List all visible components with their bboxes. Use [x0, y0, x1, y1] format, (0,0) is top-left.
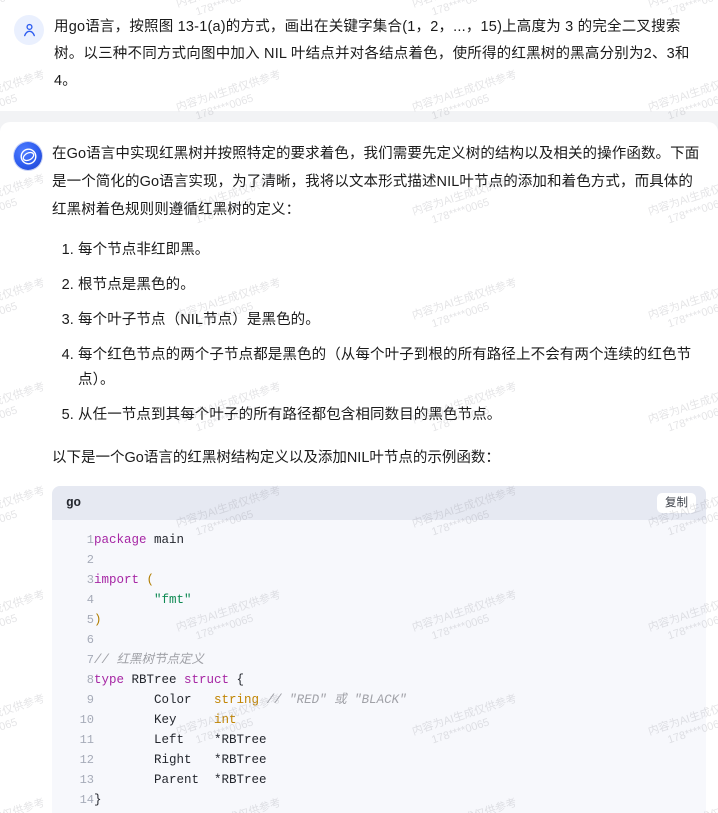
code-token: (: [146, 573, 155, 587]
code-token: package: [94, 533, 147, 547]
code-token: // 红黑树节点定义: [94, 653, 205, 667]
code-line-number: 13: [79, 773, 94, 787]
code-line: 14}: [52, 790, 706, 810]
code-line: 8 type RBTree struct {: [52, 670, 706, 690]
list-item: 每个节点非红即黑。: [78, 238, 706, 263]
list-item: 每个红色节点的两个子节点都是黑色的（从每个叶子到根的所有路径上不会有两个连续的红…: [78, 343, 706, 393]
code-line-content: "fmt": [94, 590, 706, 610]
assistant-body: 在Go语言中实现红黑树并按照特定的要求着色，我们需要先定义树的结构以及相关的操作…: [52, 140, 706, 813]
user-message: 用go语言，按照图 13-1(a)的方式，画出在关键字集合(1，2，...，15…: [0, 0, 718, 112]
code-token: Right *RBTree: [94, 753, 267, 767]
code-line-number: 7: [86, 653, 94, 667]
code-token: Color: [94, 693, 215, 707]
code-line: 13 Parent *RBTree: [52, 770, 706, 790]
code-line-number: 1: [86, 533, 94, 547]
code-line-number: 3: [86, 573, 94, 587]
code-token: import: [94, 573, 140, 587]
list-item: 根节点是黑色的。: [78, 273, 706, 298]
code-line-content: [94, 630, 706, 650]
code-token: type: [94, 673, 125, 687]
code-line-content: Left *RBTree: [94, 730, 706, 750]
code-line-content: // 红黑树节点定义: [94, 650, 706, 670]
code-line-number: 5: [86, 613, 94, 627]
code-line-content: type RBTree struct {: [94, 670, 706, 690]
code-token: string: [214, 693, 260, 707]
code-token: main: [146, 533, 185, 547]
user-person-icon: [23, 23, 35, 36]
code-line-content: import (: [94, 570, 706, 590]
code-token: // "RED" 或 "BLACK": [266, 693, 407, 707]
code-token: {: [229, 673, 245, 687]
code-token: Left *RBTree: [94, 733, 267, 747]
code-line-content: package main: [94, 530, 706, 550]
chat-page: 用go语言，按照图 13-1(a)的方式，画出在关键字集合(1，2，...，15…: [0, 0, 718, 813]
code-line: 2: [52, 550, 706, 570]
code-line: 1 package main: [52, 530, 706, 550]
code-line-number: 2: [86, 553, 94, 567]
list-item: 每个叶子节点（NIL节点）是黑色的。: [78, 308, 706, 333]
code-line-content: Parent *RBTree: [94, 770, 706, 790]
list-item: 从任一节点到其每个叶子的所有路径都包含相同数目的黑色节点。: [78, 403, 706, 428]
code-line-content: ): [94, 610, 706, 630]
code-line-number: 9: [86, 693, 94, 707]
code-line-number: 10: [79, 713, 94, 727]
code-lines-table: 1 package main 2 3 import (4 "fmt" 5) 6 7// 红…: [52, 530, 706, 813]
code-token: Parent *RBTree: [94, 773, 267, 787]
code-block-header: go 复制: [52, 486, 706, 520]
assistant-avatar: [14, 142, 42, 170]
code-token: int: [214, 713, 237, 727]
code-line: 4 "fmt": [52, 590, 706, 610]
code-line: 6: [52, 630, 706, 650]
user-message-text: 用go语言，按照图 13-1(a)的方式，画出在关键字集合(1，2，...，15…: [54, 19, 690, 89]
user-avatar: [14, 15, 44, 45]
assistant-after-list-paragraph: 以下是一个Go语言的红黑树结构定义以及添加NIL叶节点的示例函数：: [52, 450, 500, 466]
copy-code-button[interactable]: 复制: [657, 493, 696, 513]
code-language-label: go: [66, 496, 82, 510]
code-token: ): [94, 613, 102, 627]
code-line-content: Color string // "RED" 或 "BLACK": [94, 690, 706, 710]
code-line-content: [94, 550, 706, 570]
code-line-content: }: [94, 790, 706, 810]
redblack-rules-list: 每个节点非红即黑。 根节点是黑色的。 每个叶子节点（NIL节点）是黑色的。 每个…: [52, 238, 706, 428]
code-line-number: 12: [79, 753, 94, 767]
code-token: struct: [184, 673, 230, 687]
code-token: RBTree: [124, 673, 185, 687]
code-block-body[interactable]: 1 package main 2 3 import (4 "fmt" 5) 6 7// 红…: [52, 520, 706, 813]
code-line: 12 Right *RBTree: [52, 750, 706, 770]
code-line-content: Right *RBTree: [94, 750, 706, 770]
code-token: }: [94, 793, 102, 807]
code-token: "fmt": [154, 593, 192, 607]
code-line: 9 Color string // "RED" 或 "BLACK": [52, 690, 706, 710]
code-line: 3 import (: [52, 570, 706, 590]
code-line: 7// 红黑树节点定义: [52, 650, 706, 670]
code-line-number: 8: [86, 673, 94, 687]
assistant-intro-paragraph: 在Go语言中实现红黑树并按照特定的要求着色，我们需要先定义树的结构以及相关的操作…: [52, 146, 700, 218]
code-line: 5): [52, 610, 706, 630]
assistant-message: 在Go语言中实现红黑树并按照特定的要求着色，我们需要先定义树的结构以及相关的操作…: [0, 122, 718, 813]
code-line-number: 6: [86, 633, 94, 647]
code-line: 10 Key int: [52, 710, 706, 730]
assistant-logo-icon: [20, 148, 36, 164]
code-line-number: 11: [79, 733, 94, 747]
code-block: go 复制 1 package main 2 3 import (4 "fmt" 5) 6…: [52, 486, 706, 813]
code-token: Key: [94, 713, 215, 727]
code-line-number: 4: [86, 593, 94, 607]
code-line: 11 Left *RBTree: [52, 730, 706, 750]
code-line-content: Key int: [94, 710, 706, 730]
code-line-number: 14: [79, 793, 94, 807]
